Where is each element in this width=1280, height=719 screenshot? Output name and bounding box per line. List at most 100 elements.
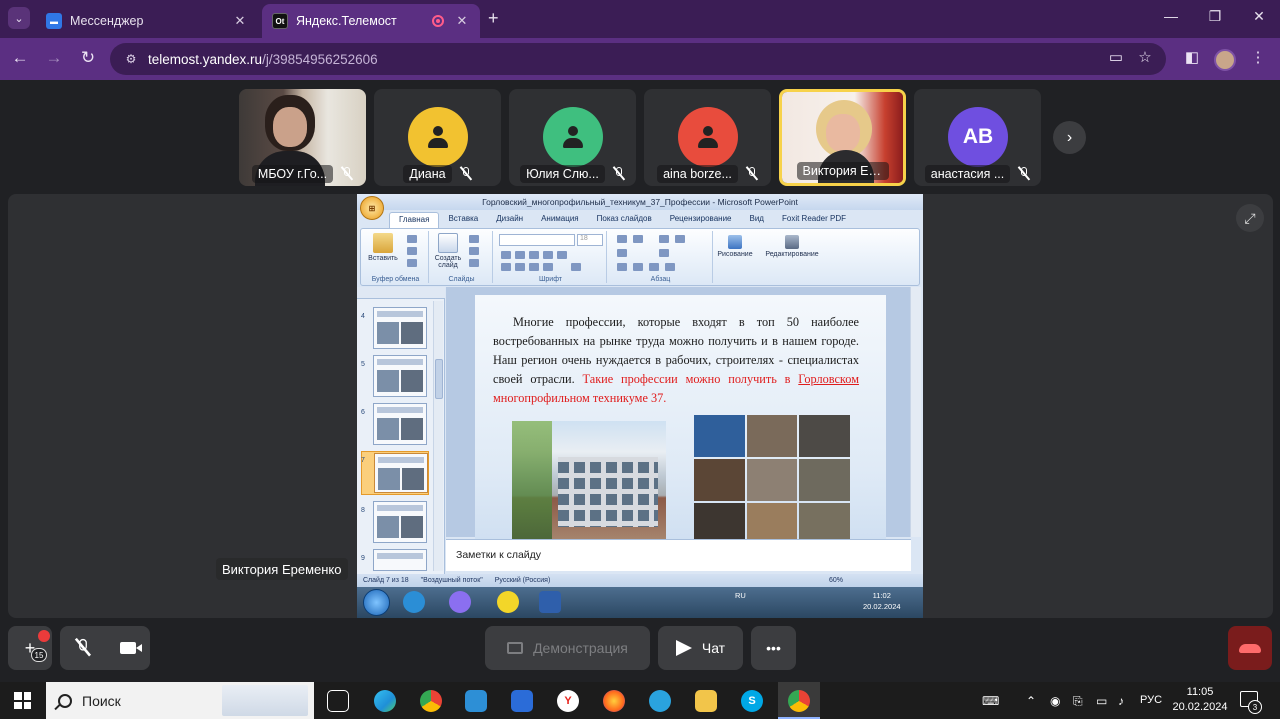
network-icon[interactable]: ◉ [1050,694,1060,708]
slide-number: 9 [361,555,365,562]
close-icon[interactable]: ✕ [454,13,470,29]
participant-name-bar: МБОУ г.Го... [239,162,366,186]
participant-name: МБОУ г.Го... [251,165,334,183]
slide-thumbnail [373,355,427,397]
paste-button: Вставить [367,233,399,262]
participant-tile[interactable]: МБОУ г.Го... [239,89,366,186]
college-building-photo [512,421,666,545]
minimize-button[interactable]: — [1156,8,1186,24]
chat-button[interactable]: Чат [658,626,743,670]
person-icon [560,124,586,150]
fullscreen-icon[interactable]: ⤢ [1236,204,1264,232]
slide-editing-area: Многие профессии, которые входят в топ 5… [446,287,911,545]
site-info-icon[interactable]: ⚙ [122,50,140,68]
group-name: Абзац [650,276,671,283]
mic-off-icon [459,166,472,181]
input-language[interactable]: РУС [1140,694,1162,706]
alice-icon [449,591,471,613]
ppt-tab: Вид [749,214,764,223]
tab-telemost[interactable]: Ot Яндекс.Телемост ✕ [262,4,480,38]
task-view-icon[interactable] [327,690,349,712]
notification-count: 3 [1248,700,1262,714]
language-status: Русский (Россия) [494,577,551,584]
search-label: Поиск [82,692,121,709]
url-field[interactable]: ⚙ telemost.yandex.ru/j/39854956252606 [110,43,1166,75]
menu-kebab-icon[interactable]: ⋮ [1246,48,1270,66]
chrome-icon[interactable] [788,690,810,712]
back-button[interactable]: ← [8,48,32,68]
mic-off-icon [74,638,91,657]
participant-tile[interactable]: Юлия Слю... [509,89,636,186]
camera-indicator-icon[interactable]: ▭ [1104,48,1128,66]
drawing-button: Рисование [715,235,755,258]
volume-icon[interactable]: ♪ [1118,694,1124,708]
participant-tile[interactable]: Диана [374,89,501,186]
side-panel-icon[interactable]: ◧ [1180,48,1204,66]
participant-name: aina borze... [657,165,738,183]
messenger-icon: ▬ [46,13,62,29]
app-icon [497,591,519,613]
usb-icon[interactable]: ⎘ [1073,694,1083,709]
taskbar-search-box[interactable]: Поиск [46,682,314,719]
ppt-tab: Foxit Reader PDF [781,214,847,223]
slide-thumbnail [373,501,427,543]
telegram-icon[interactable] [649,690,671,712]
ribbon-group-drawing: Рисование [715,231,755,283]
tab-messenger[interactable]: ▬ Мессенджер ✕ [36,4,258,38]
screen-share-button[interactable]: Демонстрация [485,626,650,670]
reload-button[interactable]: ↻ [76,48,100,68]
chevron-up-icon[interactable]: ⌃ [1026,694,1036,708]
avatar [543,107,603,167]
chrome-icon[interactable] [420,690,442,712]
edge-icon[interactable] [374,690,396,712]
hang-up-icon [1239,643,1261,653]
participant-name: Виктория Ер... [796,162,889,180]
maximize-button[interactable]: ❐ [1200,8,1230,25]
profile-avatar[interactable] [1214,49,1236,71]
font-name-box [499,234,575,246]
telemost-icon: Ot [272,13,288,29]
participant-name-bar: Юлия Слю... [509,162,636,186]
slide-number: 4 [361,313,365,320]
ppt-tab: Рецензирование [669,214,732,223]
slide-number: 7 [361,457,365,464]
ribbon-group-clipboard: Вставить Буфер обмена [363,231,429,283]
skype-icon[interactable]: S [741,690,763,712]
theme-name: "Воздушный поток" [420,577,483,584]
bookmark-star-icon[interactable]: ☆ [1133,48,1157,66]
media-controls [60,626,150,670]
new-tab-button[interactable]: + [488,8,499,29]
thumb-pane-tabs [357,287,445,299]
zoom-level: 60% [828,577,843,584]
word-icon [539,591,561,613]
end-call-button[interactable] [1228,626,1272,670]
ppt-tab: Анимация [541,214,579,223]
close-window-button[interactable]: ✕ [1244,8,1274,25]
media-player-icon[interactable] [465,690,487,712]
firefox-icon[interactable] [603,690,625,712]
store-icon[interactable] [511,690,533,712]
participant-tile-speaking[interactable]: Виктория Ер... [779,89,906,186]
thumbnail-scrollbar [433,301,443,571]
battery-icon[interactable]: ▭ [1096,694,1107,708]
font-size-box: 18 [577,234,603,246]
windows-start-icon[interactable] [14,692,31,709]
shared-screen: Горловский_многопрофильный_техникум_37_П… [357,194,923,618]
next-participants-button[interactable]: › [1053,121,1086,154]
current-slide: Многие профессии, которые входят в топ 5… [475,295,886,545]
file-explorer-icon[interactable] [695,690,717,712]
forward-button[interactable]: → [42,48,66,68]
avatar [678,107,738,167]
participant-tile[interactable]: АВ анастасия ... [914,89,1041,186]
invite-participants-button[interactable]: + [8,626,52,670]
taskbar-clock[interactable]: 11:05 20.02.2024 [1168,685,1232,715]
close-icon[interactable]: ✕ [232,13,248,29]
camera-toggle-button[interactable] [108,642,148,654]
mic-toggle-button[interactable] [63,638,103,657]
tab-search-button[interactable]: ⌄ [8,7,30,29]
keyboard-icon[interactable]: ⌨ [982,694,999,708]
participant-tile[interactable]: aina borze... [644,89,771,186]
yandex-browser-icon[interactable]: Y [557,690,579,712]
more-options-button[interactable]: ••• [751,626,796,670]
slide-thumbnail [373,307,427,349]
